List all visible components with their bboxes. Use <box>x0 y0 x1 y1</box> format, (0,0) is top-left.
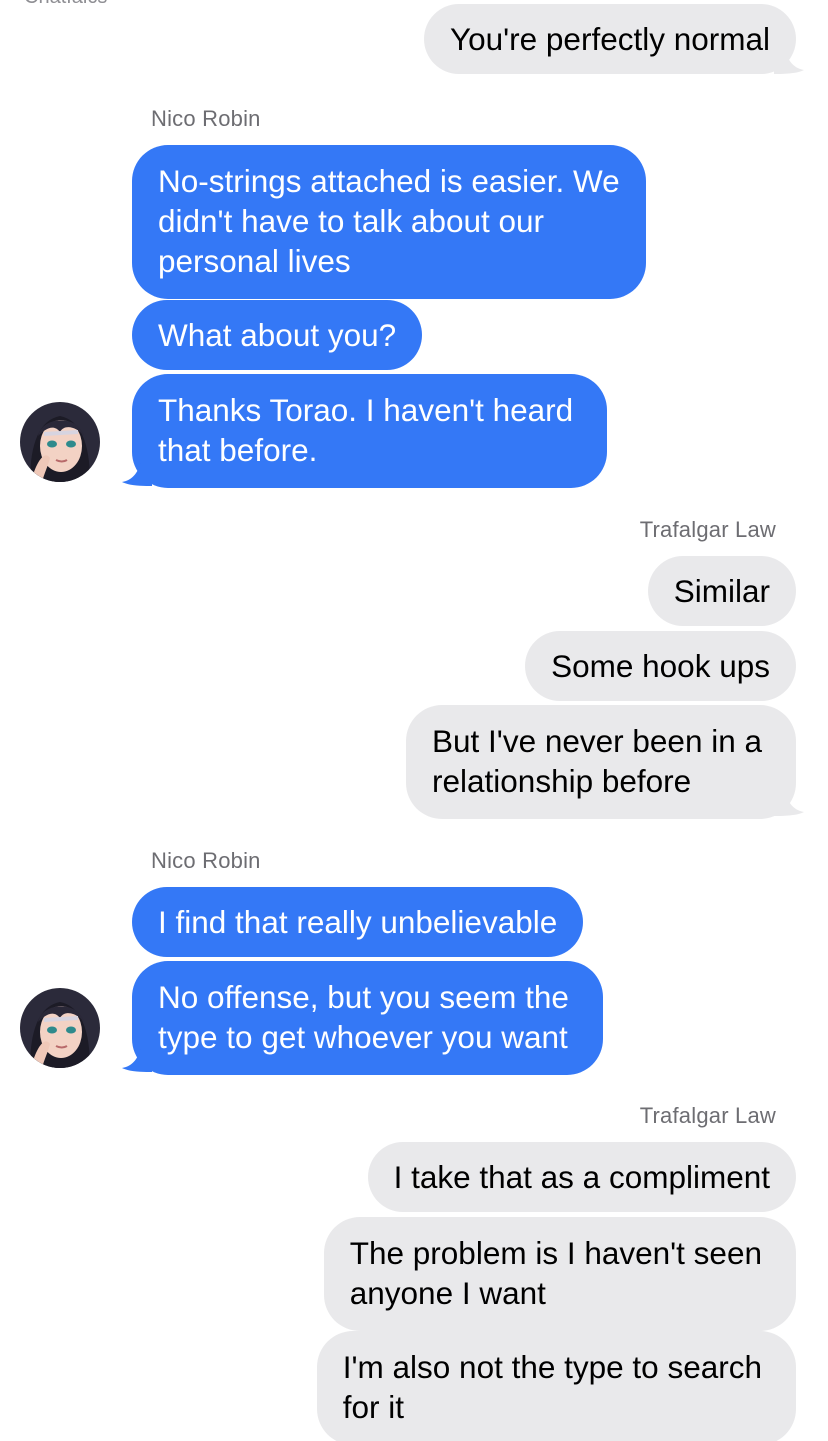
message-bubble-incoming[interactable]: No-strings attached is easier. We didn't… <box>132 145 646 299</box>
message-bubble-outgoing[interactable]: Similar <box>647 556 796 626</box>
bubble-tail-incoming <box>122 1042 152 1072</box>
message-bubble-outgoing[interactable]: But I've never been in a relationship be… <box>406 705 796 819</box>
message-bubble-outgoing[interactable]: I take that as a compliment <box>367 1142 796 1212</box>
nico-robin-avatar-icon[interactable] <box>20 402 100 482</box>
message-bubble-outgoing[interactable]: You're perfectly normal <box>423 4 796 74</box>
bubble-tail-incoming <box>122 456 152 486</box>
sender-name-label: Nico Robin <box>151 848 261 873</box>
message-bubble-outgoing[interactable]: The problem is I haven't seen anyone I w… <box>323 1217 796 1331</box>
bubble-tail-outgoing <box>774 44 804 74</box>
message-bubble-incoming[interactable]: I find that really unbelievable <box>132 887 584 957</box>
clipped-header-text: Chatfalcs <box>24 0 107 9</box>
sender-name-label: Trafalgar Law <box>639 1103 776 1128</box>
sender-name-label: Trafalgar Law <box>639 517 776 542</box>
message-bubble-outgoing[interactable]: Some hook ups <box>525 631 796 701</box>
nico-robin-avatar-icon[interactable] <box>20 988 100 1068</box>
bubble-tail-outgoing <box>774 786 804 816</box>
chat-screen: Chatfalcs You're perfectly normal Nico R… <box>0 0 828 1441</box>
message-bubble-incoming[interactable]: No offense, but you seem the type to get… <box>132 961 603 1075</box>
message-bubble-outgoing[interactable]: I'm also not the type to search for it <box>316 1331 796 1441</box>
message-bubble-incoming[interactable]: What about you? <box>132 300 423 370</box>
message-bubble-incoming[interactable]: Thanks Torao. I haven't heard that befor… <box>132 374 608 488</box>
sender-name-label: Nico Robin <box>151 106 261 131</box>
